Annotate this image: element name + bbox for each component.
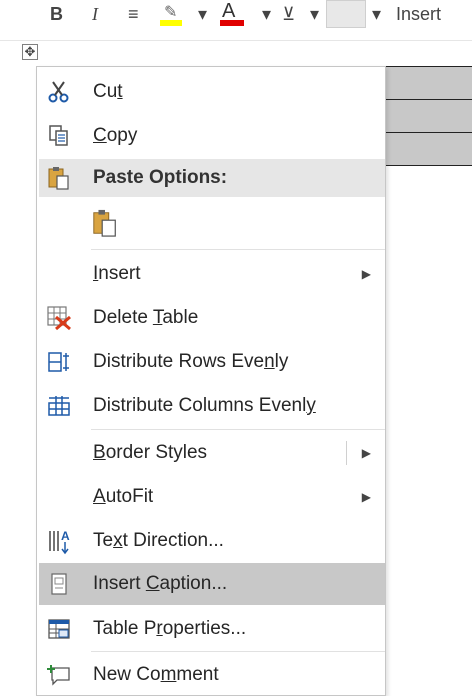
menu-item-label: Copy [93,125,138,146]
menu-item-autofit[interactable]: AutoFit ▶ [39,476,385,518]
menu-separator [91,651,385,652]
borders-dropdown-icon[interactable]: ▾ [372,0,381,28]
menu-item-label: Distribute Columns Evenly [93,395,316,416]
split-button-divider [346,441,347,465]
submenu-arrow-icon: ▶ [361,267,371,281]
highlight-color-swatch [160,20,182,26]
menu-item-table-properties[interactable]: Table Properties... [39,608,385,650]
menu-item-delete-table[interactable]: Delete Table [39,297,385,339]
menu-separator [91,429,385,430]
submenu-arrow-icon: ▶ [361,490,371,504]
highlighter-icon: ✎ [164,4,178,21]
shading-icon[interactable]: ⊻ [282,0,295,28]
menu-item-label: New Comment [93,664,219,685]
bold-button[interactable]: B [50,0,63,28]
table-row[interactable] [380,99,472,132]
highlight-dropdown-icon[interactable]: ▾ [198,0,207,28]
distribute-rows-icon [45,348,73,376]
menu-item-label: Cut [93,81,123,102]
menu-item-distribute-columns[interactable]: Distribute Columns Evenly [39,385,385,427]
menu-item-insert-caption[interactable]: Insert Caption... [39,563,385,605]
menu-item-text-direction[interactable]: A Text Direction... [39,520,385,562]
formatting-toolbar: B I ≡ ✎ ▾ A ▾ ⊻ ▾ ▾ Insert [0,0,472,41]
menu-item-new-comment[interactable]: New Comment [39,654,385,696]
menu-item-label: Insert Caption... [93,573,228,594]
delete-table-icon [45,304,73,332]
font-color-swatch [220,20,244,26]
menu-item-label: Insert [93,263,141,284]
menu-item-label: Table Properties... [93,618,247,639]
italic-button[interactable]: I [92,0,98,28]
selected-table[interactable] [380,66,472,166]
table-properties-icon [45,615,73,643]
table-row[interactable] [380,132,472,166]
text-direction-icon: A [45,527,73,555]
paste-options-header: Paste Options: [39,159,385,197]
menu-item-label: AutoFit [93,486,154,507]
paste-icon [45,164,73,192]
context-menu: Cut Copy Paste Options: Insert ▶ Delete … [36,66,386,696]
distribute-columns-icon [45,392,73,420]
font-color-dropdown-icon[interactable]: ▾ [262,0,271,28]
insert-button[interactable]: Insert [396,0,441,28]
insert-caption-icon [45,570,73,598]
paste-clipboard-icon [91,209,119,237]
align-icon[interactable]: ≡ [128,0,139,28]
table-row[interactable] [380,66,472,99]
menu-item-label: Delete Table [93,307,199,328]
new-comment-icon [45,661,73,689]
font-color-button[interactable]: A [218,0,254,28]
menu-item-border-styles[interactable]: Border Styles ▶ [39,432,385,474]
copy-icon [45,122,73,150]
scissors-icon [45,78,73,106]
borders-button[interactable] [326,0,366,28]
paste-keep-source-button[interactable] [39,201,385,245]
menu-item-insert[interactable]: Insert ▶ [39,253,385,295]
menu-item-label: Text Direction... [93,530,224,551]
menu-item-distribute-rows[interactable]: Distribute Rows Evenly [39,341,385,383]
svg-text:A: A [61,529,70,543]
shading-dropdown-icon[interactable]: ▾ [310,0,319,28]
menu-separator [91,249,385,250]
submenu-arrow-icon[interactable]: ▶ [362,446,371,460]
menu-item-label: Border Styles [93,442,208,463]
table-move-handle-icon[interactable]: ✥ [22,44,38,60]
paste-options-label: Paste Options: [93,167,228,188]
highlight-color-button[interactable]: ✎ [158,0,194,28]
menu-item-label: Distribute Rows Evenly [93,351,289,372]
menu-item-cut[interactable]: Cut [39,71,385,113]
menu-item-copy[interactable]: Copy [39,115,385,157]
